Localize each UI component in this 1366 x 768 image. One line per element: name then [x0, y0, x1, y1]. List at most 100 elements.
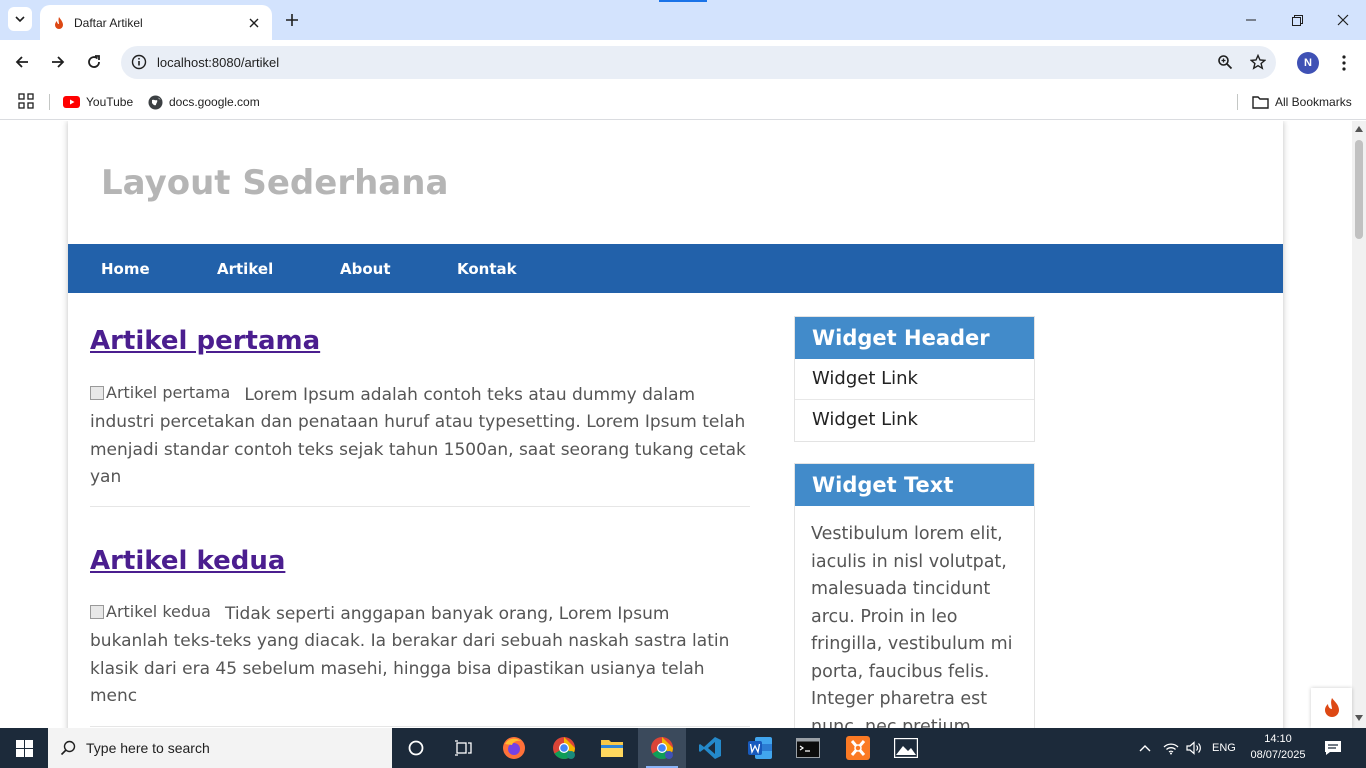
- bookmark-docs-google[interactable]: docs.google.com: [148, 92, 260, 112]
- flame-icon: [55, 16, 63, 29]
- close-icon: [1337, 14, 1349, 26]
- article-title-link[interactable]: Artikel pertama: [90, 326, 320, 356]
- wifi-icon: [1163, 743, 1179, 755]
- taskbar-terminal[interactable]: [784, 728, 832, 768]
- widget-text-title: Widget Text: [795, 464, 1034, 506]
- browser-menu-button[interactable]: [1334, 51, 1354, 75]
- bookmark-youtube[interactable]: YouTube: [63, 92, 133, 112]
- input-language[interactable]: ENG: [1212, 728, 1236, 768]
- bookmarks-bar: YouTube docs.google.com All Bookmarks: [0, 85, 1366, 120]
- taskbar-file-explorer[interactable]: [588, 728, 636, 768]
- close-icon: [249, 18, 259, 27]
- taskbar-search[interactable]: Type here to search: [48, 728, 392, 768]
- task-view-icon: [455, 740, 472, 756]
- bookmark-separator: [1237, 94, 1238, 110]
- nav-home[interactable]: Home: [101, 260, 150, 278]
- restore-icon: [1291, 14, 1303, 26]
- forward-button[interactable]: [46, 50, 70, 74]
- taskbar-firefox[interactable]: [490, 728, 538, 768]
- clock-date: 08/07/2025: [1250, 749, 1306, 761]
- image-alt-text: Artikel pertama: [106, 383, 231, 402]
- chevron-up-icon: [1139, 745, 1151, 752]
- folder-icon: [601, 740, 623, 757]
- address-bar[interactable]: localhost:8080/artikel: [121, 46, 1276, 79]
- notification-icon: [1325, 741, 1341, 755]
- notifications-button[interactable]: [1324, 728, 1342, 768]
- globe-icon: [148, 95, 163, 109]
- article-title-link[interactable]: Artikel kedua: [90, 546, 285, 576]
- site-info-icon[interactable]: [129, 52, 149, 72]
- apps-grid-icon[interactable]: [18, 93, 34, 109]
- scrollbar-thumb[interactable]: [1355, 140, 1363, 239]
- broken-image-icon: [90, 385, 104, 400]
- tab-search-button[interactable]: [8, 7, 32, 31]
- xampp-icon: [846, 736, 870, 760]
- all-bookmarks-button[interactable]: All Bookmarks: [1252, 92, 1352, 112]
- vscode-icon: [699, 737, 721, 759]
- scroll-down-arrow[interactable]: [1355, 715, 1363, 721]
- widget-text-box: Widget Text Vestibulum lorem elit, iacul…: [794, 463, 1035, 728]
- folder-icon: [1252, 96, 1269, 109]
- widget-link[interactable]: Widget Link: [795, 400, 1034, 441]
- tab-strip: Daftar Artikel: [0, 0, 1366, 40]
- zoom-icon[interactable]: [1215, 52, 1235, 72]
- terminal-icon: [796, 738, 820, 758]
- volume-tray[interactable]: [1186, 728, 1202, 768]
- scroll-up-arrow[interactable]: [1355, 126, 1363, 132]
- start-button[interactable]: [0, 728, 48, 768]
- close-tab-button[interactable]: [246, 15, 262, 31]
- bookmark-separator: [49, 94, 50, 110]
- widget-header-title: Widget Header: [795, 317, 1034, 359]
- bookmark-label: YouTube: [86, 95, 134, 109]
- cortana-button[interactable]: [392, 728, 440, 768]
- nav-kontak[interactable]: Kontak: [457, 260, 517, 278]
- nav-about[interactable]: About: [340, 260, 391, 278]
- bookmark-label: docs.google.com: [169, 95, 260, 109]
- page-container: Layout Sederhana Home Artikel About Kont…: [68, 121, 1283, 728]
- page-scrollbar[interactable]: [1352, 121, 1366, 728]
- reload-button[interactable]: [82, 50, 106, 74]
- taskbar-chrome-active[interactable]: [638, 728, 686, 768]
- flame-icon: [1324, 698, 1339, 717]
- widget-text-body: Vestibulum lorem elit, iaculis in nisl v…: [811, 524, 1013, 728]
- image-alt-text: Artikel kedua: [106, 602, 211, 621]
- nav-artikel[interactable]: Artikel: [217, 260, 273, 278]
- url-text[interactable]: localhost:8080/artikel: [157, 55, 279, 70]
- arrow-right-icon: [52, 56, 65, 68]
- minimize-button[interactable]: [1228, 0, 1274, 40]
- close-window-button[interactable]: [1320, 0, 1366, 40]
- word-icon: [748, 737, 772, 759]
- article-image: Artikel kedua: [90, 598, 211, 626]
- firefox-icon: [503, 737, 525, 759]
- system-clock[interactable]: 14:10 08/07/2025: [1240, 731, 1316, 763]
- back-button[interactable]: [10, 50, 34, 74]
- bookmark-star-icon[interactable]: [1248, 52, 1268, 72]
- article-divider: [90, 726, 750, 727]
- taskbar-chrome[interactable]: [540, 728, 588, 768]
- taskbar-photos[interactable]: [882, 728, 930, 768]
- search-placeholder: Type here to search: [86, 740, 210, 756]
- broken-image-icon: [90, 604, 104, 619]
- new-tab-button[interactable]: [282, 10, 302, 30]
- active-tab[interactable]: Daftar Artikel: [40, 5, 272, 40]
- chrome-icon: [553, 737, 575, 759]
- tab-title: Daftar Artikel: [74, 15, 143, 30]
- article-excerpt: Artikel kedua Tidak seperti anggapan bany…: [90, 598, 750, 711]
- taskbar-xampp[interactable]: [834, 728, 882, 768]
- network-tray[interactable]: [1163, 728, 1179, 768]
- chevron-down-icon: [15, 16, 25, 23]
- chrome-icon: [651, 737, 673, 759]
- site-header: Layout Sederhana: [68, 121, 1283, 244]
- widget-link[interactable]: Widget Link: [795, 359, 1034, 400]
- minimize-icon: [1246, 19, 1256, 21]
- article-divider: [90, 506, 750, 507]
- reload-icon: [88, 55, 100, 68]
- taskbar-word[interactable]: [736, 728, 784, 768]
- arrow-left-icon: [15, 56, 28, 68]
- task-view-button[interactable]: [440, 728, 488, 768]
- codeigniter-debug-toolbar-button[interactable]: [1311, 688, 1352, 728]
- profile-avatar[interactable]: N: [1297, 52, 1319, 74]
- restore-button[interactable]: [1274, 0, 1320, 40]
- show-hidden-icons-button[interactable]: [1138, 728, 1152, 768]
- taskbar-vscode[interactable]: [686, 728, 734, 768]
